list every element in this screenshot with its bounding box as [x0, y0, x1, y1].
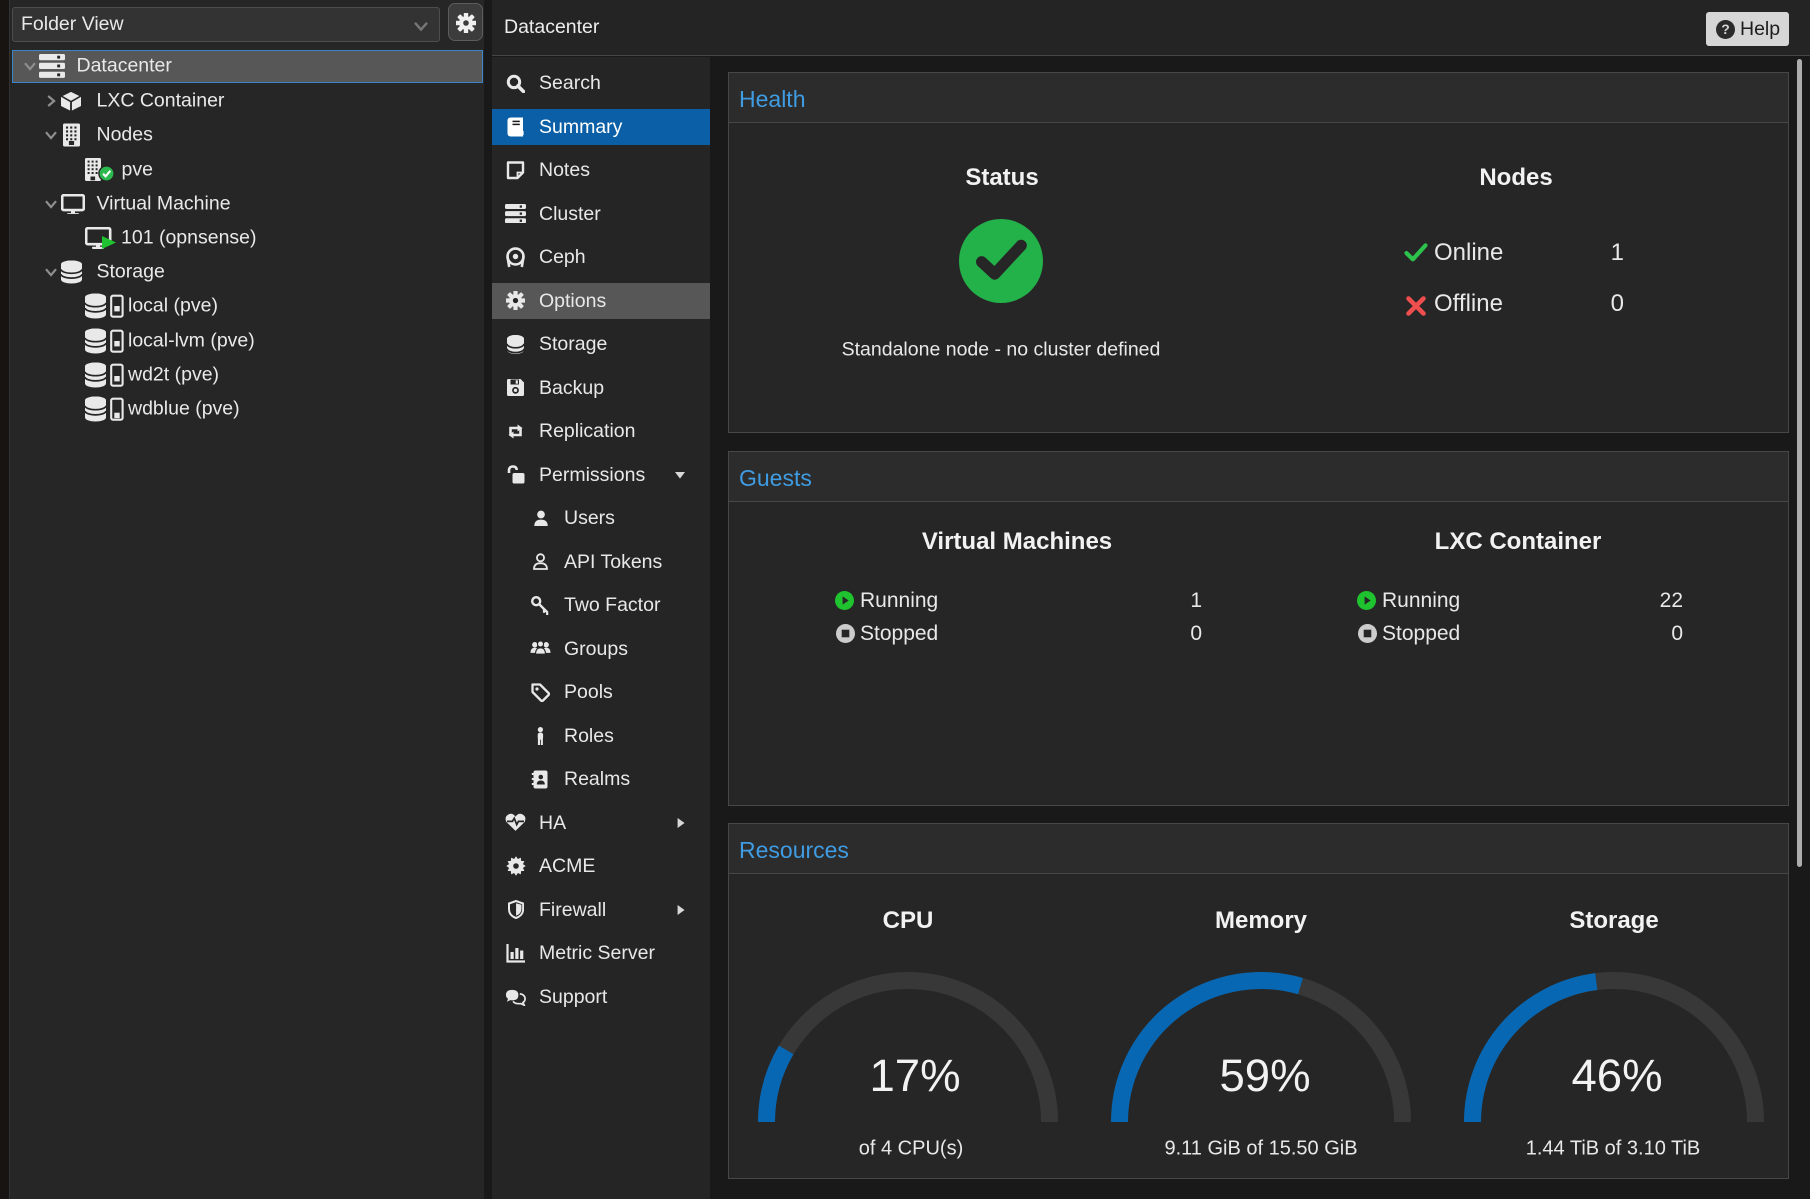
- svg-text:?: ?: [1721, 22, 1729, 37]
